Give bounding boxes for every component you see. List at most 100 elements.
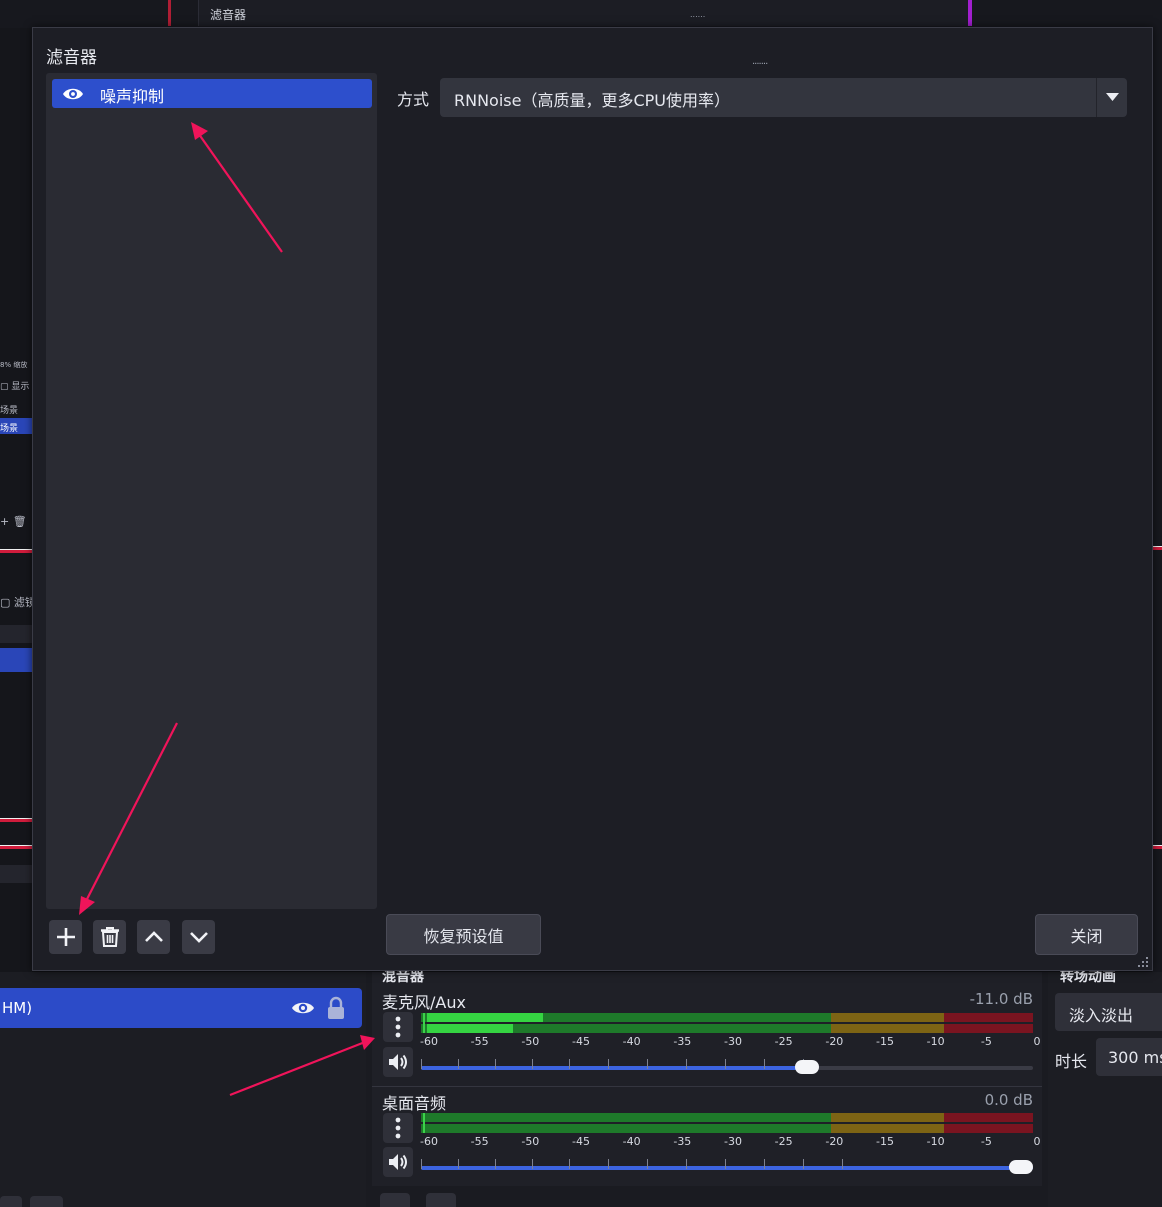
scale-label: -45 [572, 1135, 590, 1148]
mic-volume-slider[interactable] [421, 1059, 1033, 1074]
bg-scene-item: 场景 [0, 406, 19, 416]
bg-source-header [0, 625, 32, 643]
scale-label: 0 [1033, 1035, 1041, 1048]
filter-item-label: 噪声抑制 [100, 87, 165, 106]
method-select-value: RNNoise（高质量，更多CPU使用率） [454, 91, 731, 110]
bg-scene-item-label: 场景 [0, 424, 19, 434]
close-button[interactable]: 关闭 [1035, 914, 1138, 955]
resize-grip-icon[interactable] [1134, 953, 1150, 969]
bg-right-red-separator [1152, 546, 1162, 550]
bg-scene-tools: + 🗑 [0, 515, 27, 528]
scale-label: -40 [622, 1035, 641, 1048]
chevron-down-icon [189, 932, 208, 943]
source-item-label: HM) [2, 999, 33, 1017]
source-lock-icon[interactable] [326, 996, 346, 1024]
trash-icon [100, 927, 119, 947]
meter-start-marker [423, 1013, 425, 1033]
slider-tick [686, 1059, 687, 1069]
meter-start-marker [423, 1113, 425, 1133]
scale-label: -50 [521, 1035, 540, 1048]
meter-channel-separator [421, 1022, 1033, 1024]
channel-divider [372, 1086, 1042, 1087]
volume-slider-handle[interactable] [794, 1060, 819, 1074]
volume-slider-handle[interactable] [1009, 1160, 1033, 1174]
bg-red-separator-3 [0, 845, 32, 849]
chevron-up-icon [144, 931, 163, 942]
source-visibility-eye-icon[interactable] [291, 997, 315, 1023]
scale-label: -50 [521, 1135, 540, 1148]
meter-channel-separator [421, 1122, 1033, 1124]
reset-defaults-button[interactable]: 恢复预设值 [386, 914, 541, 955]
slider-tick [458, 1059, 459, 1069]
slider-tick [725, 1059, 726, 1069]
method-dropdown-toggle[interactable] [1096, 78, 1128, 117]
method-label: 方式 [397, 90, 430, 109]
volume-fill [421, 1066, 807, 1070]
bg-source-item-selected [0, 648, 32, 672]
slider-tick [532, 1059, 533, 1069]
scale-label: -5 [980, 1135, 992, 1148]
channel-name-mic: 麦克风/Aux [382, 993, 466, 1012]
scale-label: -20 [825, 1135, 844, 1148]
desktop-volume-slider[interactable] [421, 1159, 1033, 1174]
source-tool-button[interactable] [0, 1196, 22, 1207]
mic-menu-button[interactable] [383, 1012, 413, 1042]
scale-label: -35 [673, 1035, 692, 1048]
slider-tick [803, 1159, 804, 1169]
slider-tick [647, 1059, 648, 1069]
duration-label: 时长 [1055, 1052, 1088, 1071]
dialog-drag-grip[interactable]: ....... [752, 56, 768, 67]
desktop-mute-button[interactable] [383, 1147, 413, 1177]
desktop-level-meter [421, 1113, 1033, 1133]
background-grip: ...... [690, 10, 706, 19]
bg-red-separator-2 [0, 818, 32, 822]
dialog-title: 滤音器 [46, 48, 97, 68]
duration-value: 300 ms [1108, 1048, 1162, 1067]
bg-zoom-text: 8% 缩放 [0, 361, 28, 369]
background-red-divider [168, 0, 171, 26]
bg-red-separator [0, 549, 32, 553]
background-right-panels [1152, 28, 1162, 978]
remove-filter-button[interactable] [93, 920, 126, 954]
scale-label: -35 [673, 1135, 692, 1148]
bg-right-red-separator-2 [1152, 845, 1162, 849]
kebab-menu-icon [395, 1016, 401, 1038]
scale-label: -55 [470, 1135, 489, 1148]
scale-label: -25 [774, 1035, 793, 1048]
filter-visibility-eye-icon[interactable] [62, 85, 84, 107]
slider-tick [842, 1159, 843, 1169]
scale-label: -15 [876, 1135, 894, 1148]
scale-label: -10 [926, 1135, 945, 1148]
slider-tick [686, 1159, 687, 1169]
scale-label: -55 [470, 1035, 489, 1048]
desktop-menu-button[interactable] [383, 1113, 413, 1143]
speaker-icon [389, 1154, 407, 1170]
slider-tick [764, 1059, 765, 1069]
bg-filter-tab: ▢ 滤镜 [0, 596, 36, 609]
chevron-down-icon [1106, 93, 1119, 101]
slider-tick [764, 1159, 765, 1169]
source-tool-button-2[interactable] [30, 1196, 63, 1207]
mixer-menu-button[interactable] [426, 1193, 456, 1207]
scale-label: -60 [420, 1135, 438, 1148]
background-left-panels [0, 28, 32, 978]
slider-tick [647, 1159, 648, 1169]
mic-mute-button[interactable] [383, 1047, 413, 1077]
background-purple-divider [968, 0, 972, 26]
mixer-settings-button[interactable] [380, 1193, 410, 1207]
move-filter-up-button[interactable] [137, 920, 170, 954]
slider-tick [421, 1059, 422, 1069]
add-filter-button[interactable] [49, 920, 82, 954]
transition-type-value: 淡入淡出 [1069, 1006, 1134, 1025]
mic-level-meter [421, 1013, 1033, 1033]
move-filter-down-button[interactable] [182, 920, 215, 954]
scale-label: -5 [980, 1035, 992, 1048]
scale-label: -60 [420, 1035, 438, 1048]
slider-tick [608, 1159, 609, 1169]
slider-tick [725, 1159, 726, 1169]
plus-icon [56, 928, 75, 946]
channel-db-desktop: 0.0 dB [984, 1091, 1033, 1109]
scale-label: -45 [572, 1035, 590, 1048]
speaker-icon [389, 1054, 407, 1070]
slider-tick [569, 1059, 570, 1069]
